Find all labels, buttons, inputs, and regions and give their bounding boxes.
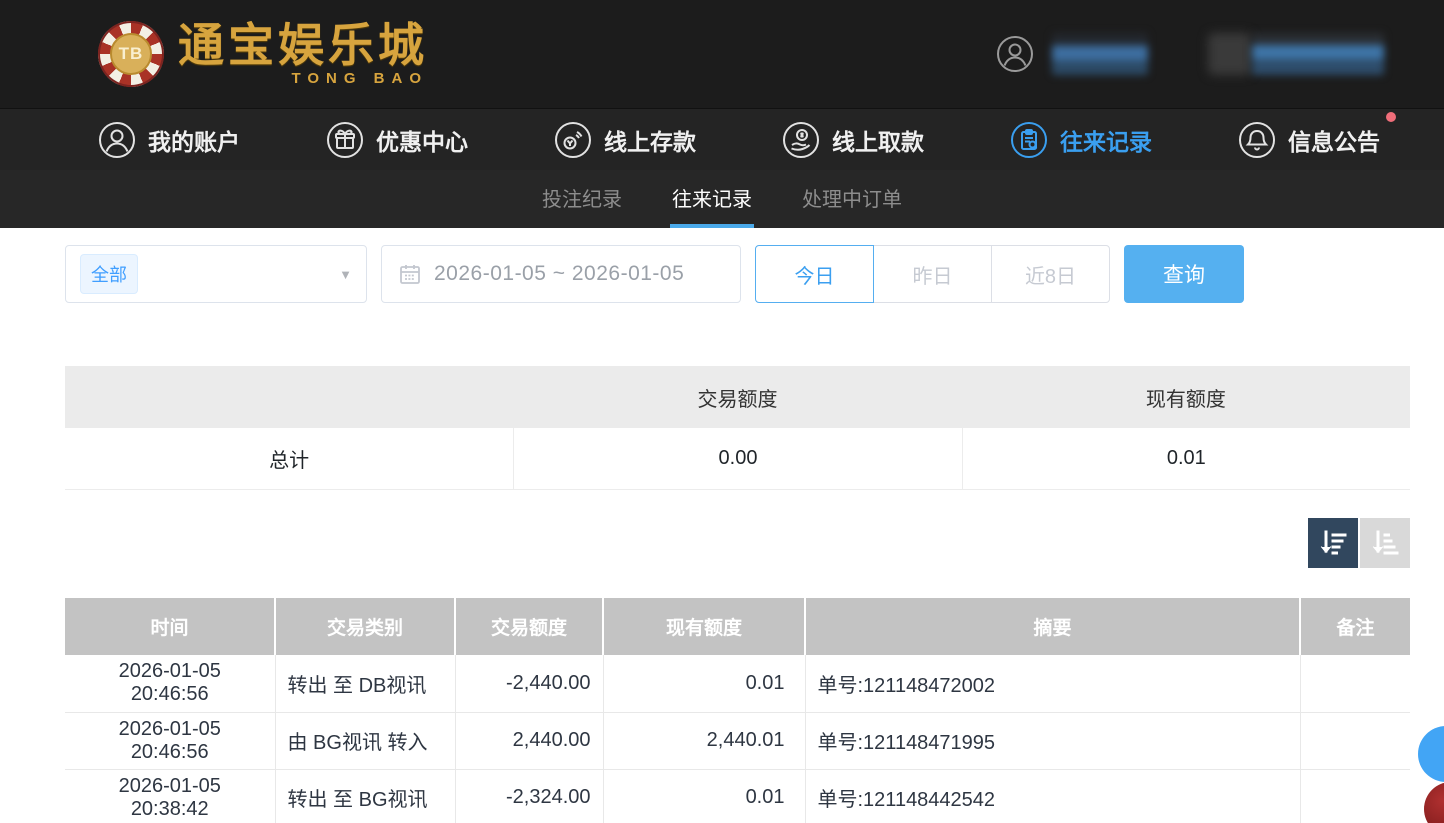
tab-betting-records[interactable]: 投注纪录: [540, 170, 624, 228]
nav-item-deposit[interactable]: 线上存款: [554, 121, 696, 159]
account-icon: [98, 121, 136, 159]
nav-label: 优惠中心: [376, 123, 468, 157]
table-row: 2026-01-05 20:38:42 转出 至 BG视讯 -2,324.00 …: [65, 769, 1410, 823]
col-header-note: 备注: [1300, 598, 1410, 655]
cell-type: 转出 至 BG视讯: [275, 769, 455, 823]
cell-time: 2026-01-05 20:46:56: [65, 655, 275, 712]
nav-item-transaction-records[interactable]: 往来记录: [1010, 121, 1152, 159]
table-row: 2026-01-05 20:46:56 由 BG视讯 转入 2,440.00 2…: [65, 712, 1410, 769]
summary-header-row: 交易额度 现有额度: [65, 366, 1410, 428]
nav-label: 信息公告: [1288, 123, 1380, 157]
cell-summary: 单号:121148472002: [805, 655, 1300, 712]
user-area: [996, 33, 1384, 75]
nav-label: 线上存款: [604, 123, 696, 157]
col-header-summary: 摘要: [805, 598, 1300, 655]
notification-badge: [1386, 112, 1396, 122]
quick-range-group: 今日 昨日 近8日: [755, 245, 1110, 303]
cell-note: [1300, 655, 1410, 712]
sort-ascending-button[interactable]: [1360, 518, 1410, 568]
cell-balance: 0.01: [603, 769, 805, 823]
summary-header-amount: 交易额度: [513, 366, 961, 428]
main-nav: 我的账户 优惠中心 线上存款 线上取款: [0, 108, 1444, 170]
brand-logo[interactable]: TB 通宝娱乐城 TONG BAO: [98, 21, 428, 87]
calendar-icon: [398, 262, 422, 286]
summary-header-balance: 现有额度: [962, 366, 1410, 428]
cell-amount: -2,440.00: [455, 655, 603, 712]
floating-promo-button[interactable]: [1424, 782, 1444, 823]
sort-descending-button[interactable]: [1308, 518, 1358, 568]
col-header-balance: 现有额度: [603, 598, 805, 655]
chip-monogram: TB: [110, 33, 152, 75]
notice-icon: [1238, 121, 1276, 159]
date-range-value: 2026-01-05 ~ 2026-01-05: [434, 262, 684, 286]
cell-balance: 2,440.01: [603, 712, 805, 769]
summary-table: 交易额度 现有额度 总计 0.00 0.01: [65, 366, 1410, 490]
summary-header-empty: [65, 366, 513, 428]
category-selected-tag[interactable]: 全部: [80, 254, 138, 294]
today-button[interactable]: 今日: [755, 245, 874, 303]
sort-descending-icon: [1317, 527, 1349, 559]
brand-text: 通宝娱乐城 TONG BAO: [178, 22, 428, 86]
nav-item-my-account[interactable]: 我的账户: [98, 121, 240, 159]
nav-label: 往来记录: [1060, 123, 1152, 157]
cell-amount: 2,440.00: [455, 712, 603, 769]
floating-service-button[interactable]: [1418, 726, 1444, 782]
nav-item-announcements[interactable]: 信息公告: [1238, 121, 1380, 159]
col-header-amount: 交易额度: [455, 598, 603, 655]
summary-total-row: 总计 0.00 0.01: [65, 428, 1410, 490]
cell-time: 2026-01-05 20:46:56: [65, 712, 275, 769]
nav-label: 我的账户: [148, 123, 240, 157]
cell-note: [1300, 712, 1410, 769]
query-button[interactable]: 查询: [1124, 245, 1244, 303]
summary-total-amount: 0.00: [513, 428, 961, 489]
sort-ascending-icon: [1369, 527, 1401, 559]
table-header-row: 时间 交易类别 交易额度 现有额度 摘要 备注: [65, 598, 1410, 655]
brand-name-en: TONG BAO: [178, 71, 428, 86]
nav-label: 线上取款: [832, 123, 924, 157]
chevron-down-icon: ▼: [339, 267, 352, 282]
cell-summary: 单号:121148471995: [805, 712, 1300, 769]
redacted-avatar: [1208, 33, 1252, 75]
cell-type: 由 BG视讯 转入: [275, 712, 455, 769]
redacted-balance-area: [1208, 33, 1384, 75]
transactions-table: 时间 交易类别 交易额度 现有额度 摘要 备注 2026-01-05 20:46…: [65, 598, 1410, 823]
col-header-time: 时间: [65, 598, 275, 655]
withdraw-icon: [782, 121, 820, 159]
yesterday-button[interactable]: 昨日: [873, 245, 992, 303]
record-subtabs: 投注纪录 往来记录 处理中订单: [0, 170, 1444, 228]
records-icon: [1010, 121, 1048, 159]
tab-transaction-records[interactable]: 往来记录: [670, 170, 754, 228]
cell-amount: -2,324.00: [455, 769, 603, 823]
col-header-type: 交易类别: [275, 598, 455, 655]
redacted-username: [1052, 33, 1148, 75]
nav-item-withdraw[interactable]: 线上取款: [782, 121, 924, 159]
summary-total-label: 总计: [65, 428, 513, 489]
filter-bar: 全部 ▼ 2026-01-05 ~ 2026-01-05 今日 昨日 近8日 查…: [65, 245, 1444, 303]
cell-summary: 单号:121148442542: [805, 769, 1300, 823]
date-range-input[interactable]: 2026-01-05 ~ 2026-01-05: [381, 245, 741, 303]
cell-type: 转出 至 DB视讯: [275, 655, 455, 712]
tab-pending-orders[interactable]: 处理中订单: [800, 170, 904, 228]
last-8-days-button[interactable]: 近8日: [991, 245, 1110, 303]
category-select[interactable]: 全部 ▼: [65, 245, 367, 303]
brand-name-cn: 通宝娱乐城: [178, 22, 428, 68]
nav-item-promotions[interactable]: 优惠中心: [326, 121, 468, 159]
cell-note: [1300, 769, 1410, 823]
redacted-balance: [1252, 33, 1384, 75]
user-avatar-icon: [996, 35, 1034, 73]
table-row: 2026-01-05 20:46:56 转出 至 DB视讯 -2,440.00 …: [65, 655, 1410, 712]
casino-chip-icon: TB: [98, 21, 164, 87]
cell-time: 2026-01-05 20:38:42: [65, 769, 275, 823]
cell-balance: 0.01: [603, 655, 805, 712]
summary-total-balance: 0.01: [962, 428, 1410, 489]
top-header: TB 通宝娱乐城 TONG BAO: [0, 0, 1444, 108]
promo-icon: [326, 121, 364, 159]
sort-controls: [65, 518, 1410, 568]
deposit-icon: [554, 121, 592, 159]
